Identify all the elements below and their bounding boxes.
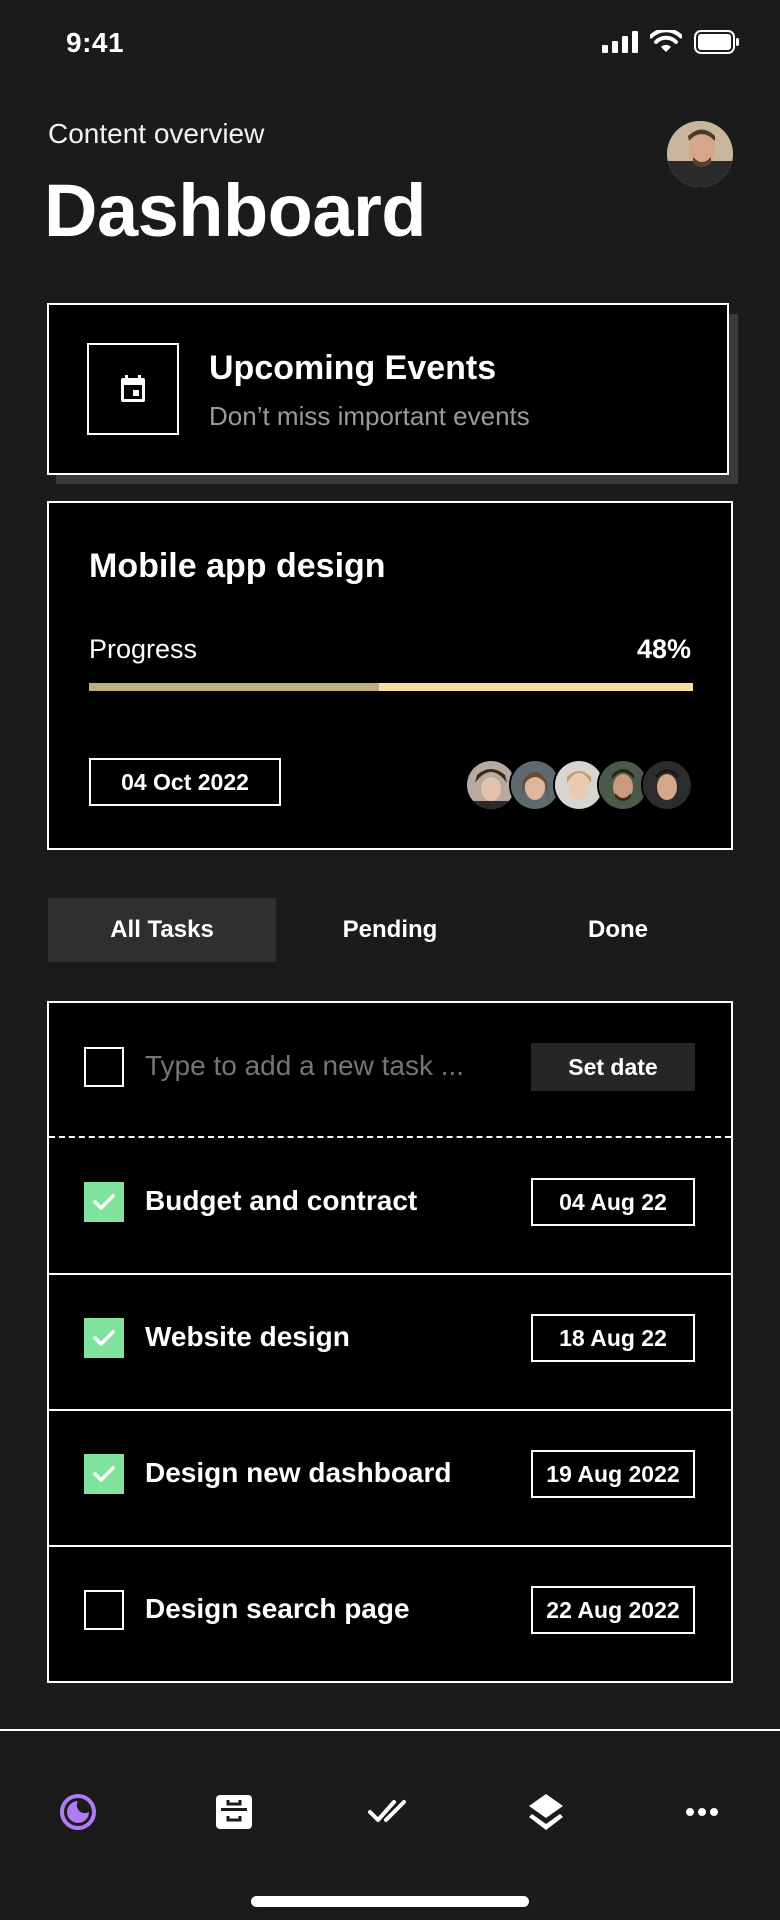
task-date: 22 Aug 2022 [531, 1586, 695, 1634]
task-date: 19 Aug 2022 [531, 1450, 695, 1498]
task-label: Design new dashboard [145, 1457, 452, 1488]
inbox-icon [216, 1795, 252, 1829]
tab-all-tasks[interactable]: All Tasks [48, 898, 276, 962]
status-time: 9:41 [66, 27, 125, 58]
page-subtitle: Content overview [48, 118, 265, 149]
task-tabs: All Tasks Pending Done [48, 898, 732, 962]
tab-done[interactable]: Done [504, 898, 732, 962]
user-avatar[interactable] [667, 121, 733, 187]
task-checkbox[interactable] [84, 1590, 124, 1630]
nav-dashboard[interactable] [48, 1787, 108, 1837]
new-task-row: Set date [49, 1003, 731, 1138]
events-subtitle: Don’t miss important events [209, 401, 530, 431]
task-label: Website design [145, 1321, 350, 1352]
page-title: Dashboard [44, 169, 427, 252]
task-label: Budget and contract [145, 1185, 418, 1216]
task-row[interactable]: Design search page 22 Aug 2022 [49, 1545, 731, 1681]
nav-layers[interactable] [516, 1787, 576, 1837]
bottom-nav [0, 1729, 780, 1920]
signal-icon [602, 31, 638, 53]
check-icon [93, 1466, 115, 1482]
nav-more[interactable] [672, 1787, 732, 1837]
calendar-icon-box [87, 343, 179, 435]
double-check-icon [368, 1800, 406, 1822]
nav-inbox[interactable] [204, 1787, 264, 1837]
task-checkbox[interactable] [84, 1454, 124, 1494]
task-checkbox[interactable] [84, 1318, 124, 1358]
task-label: Design search page [145, 1593, 410, 1624]
task-row[interactable]: Design new dashboard 19 Aug 2022 [49, 1409, 731, 1545]
home-indicator [251, 1896, 529, 1907]
project-title: Mobile app design [89, 547, 386, 585]
new-task-input[interactable] [145, 1050, 475, 1082]
team-avatars[interactable] [465, 759, 693, 811]
calendar-icon [121, 375, 145, 402]
new-task-checkbox[interactable] [84, 1047, 124, 1087]
check-icon [93, 1330, 115, 1346]
progress-value: 48% [636, 634, 691, 664]
set-date-button[interactable]: Set date [531, 1043, 695, 1091]
check-icon [93, 1194, 115, 1210]
project-card[interactable]: Mobile app design Progress 48% 04 Oct 20… [47, 501, 733, 850]
status-icons [602, 30, 740, 54]
task-row[interactable]: Budget and contract 04 Aug 22 [49, 1138, 731, 1274]
tab-pending[interactable]: Pending [276, 898, 504, 962]
task-date: 18 Aug 22 [531, 1314, 695, 1362]
tasks-list: Set date Budget and contract 04 Aug 22 W… [47, 1001, 733, 1683]
nav-tasks[interactable] [360, 1787, 420, 1837]
status-bar: 9:41 [0, 0, 780, 90]
layers-icon [529, 1794, 563, 1830]
progress-bar-fill [89, 683, 379, 691]
upcoming-events-card[interactable]: Upcoming Events Don’t miss important eve… [47, 303, 729, 475]
battery-icon [694, 30, 739, 54]
wifi-icon [650, 30, 682, 52]
member-avatar [641, 759, 693, 811]
project-date: 04 Oct 2022 [89, 758, 281, 806]
progress-label: Progress [89, 634, 198, 664]
events-title: Upcoming Events [209, 349, 497, 387]
task-date: 04 Aug 22 [531, 1178, 695, 1226]
task-checkbox[interactable] [84, 1182, 124, 1222]
task-row[interactable]: Website design 18 Aug 22 [49, 1273, 731, 1409]
progress-bar [89, 683, 693, 691]
dashboard-pie-icon [60, 1794, 96, 1830]
more-icon [686, 1808, 718, 1816]
